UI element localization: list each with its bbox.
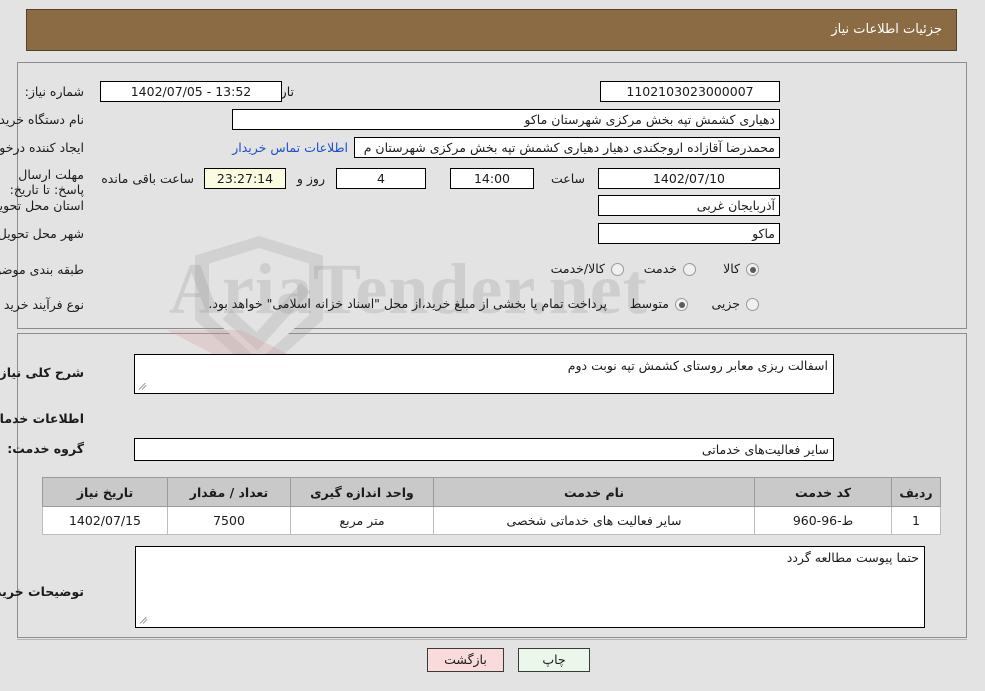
th-name: نام خدمت <box>434 477 756 507</box>
deadline-date-value: 1402/07/10 <box>599 168 781 189</box>
th-code: کد خدمت <box>755 477 893 507</box>
radio-category-kala-label: کالا <box>724 261 741 276</box>
creator-label: ایجاد کننده درخواست: <box>0 140 85 155</box>
radio-category-kala-khedmat[interactable] <box>612 263 625 276</box>
td-quantity: 7500 <box>168 506 292 535</box>
radio-purchase-motavaset-label: متوسط <box>630 296 670 311</box>
td-date: 1402/07/15 <box>43 506 169 535</box>
deadline-label: مهلت ارسال پاسخ: تا تاریخ: <box>10 167 85 197</box>
remaining-days-value: 4 <box>337 168 427 189</box>
page-header-bar: جزئیات اطلاعات نیاز <box>27 9 958 51</box>
general-desc-textarea[interactable]: اسفالت ریزی معابر روستای کشمش تپه نوبت د… <box>135 354 835 394</box>
page-title: جزئیات اطلاعات نیاز <box>832 22 943 37</box>
td-name: سایر فعالیت های خدماتی شخصی <box>434 506 756 535</box>
radio-category-khedmat[interactable] <box>684 263 697 276</box>
print-button[interactable]: چاپ <box>519 648 591 672</box>
buyer-notes-label: توضیحات خریدار: <box>0 584 85 599</box>
th-date: تاریخ نیاز <box>43 477 169 507</box>
footer-divider <box>18 639 968 640</box>
service-group-value: سایر فعالیت‌های خدماتی <box>135 438 835 461</box>
general-desc-label: شرح کلی نیاز: <box>0 365 85 380</box>
td-unit: متر مربع <box>291 506 435 535</box>
province-label: استان محل تحویل: <box>0 198 85 213</box>
need-number-value: 1102103023000007 <box>601 81 781 102</box>
radio-purchase-motavaset[interactable] <box>676 298 689 311</box>
buyer-contact-link[interactable]: اطلاعات تماس خریدار <box>233 140 349 155</box>
buyer-notes-value: حتما پیوست مطالعه گردد <box>787 550 920 565</box>
services-section-title: اطلاعات خدمات مورد نیاز <box>0 411 85 426</box>
need-number-label: شماره نیاز: <box>25 84 85 99</box>
services-table: ردیف کد خدمت نام خدمت واحد اندازه گیری ت… <box>43 477 942 535</box>
hour-label: ساعت <box>551 171 586 186</box>
purchase-type-label: نوع فرآیند خرید : <box>0 297 85 312</box>
creator-value: محمدرضا آقازاده اروجکندی دهیار دهیاری کش… <box>355 137 781 158</box>
back-button[interactable]: بازگشت <box>428 648 505 672</box>
treasury-note: پرداخت تمام یا بخشی از مبلغ خرید،از محل … <box>209 296 608 311</box>
need-summary-panel <box>18 62 968 329</box>
radio-category-kala[interactable] <box>747 263 760 276</box>
buyer-org-label: نام دستگاه خریدار: <box>0 112 85 127</box>
service-group-label: گروه خدمت: <box>8 441 85 456</box>
city-label: شهر محل تحویل: <box>0 226 85 241</box>
td-code: ط-96-960 <box>755 506 893 535</box>
general-desc-value: اسفالت ریزی معابر روستای کشمش تپه نوبت د… <box>568 358 829 373</box>
city-value: ماکو <box>599 223 781 244</box>
resize-handle-icon[interactable] <box>139 381 149 391</box>
radio-category-kala-khedmat-label: کالا/خدمت <box>551 261 606 276</box>
remaining-hours-label: ساعت باقی مانده <box>102 171 195 186</box>
public-announce-value: 13:52 - 1402/07/05 <box>101 81 283 102</box>
td-row: 1 <box>892 506 942 535</box>
radio-category-khedmat-label: خدمت <box>644 261 678 276</box>
category-label: طبقه بندی موضوعی: <box>0 262 85 277</box>
th-quantity: تعداد / مقدار <box>168 477 292 507</box>
radio-purchase-jozei-label: جزیی <box>712 296 741 311</box>
province-value: آذربایجان غربی <box>599 195 781 216</box>
radio-purchase-jozei[interactable] <box>747 298 760 311</box>
deadline-time-value: 14:00 <box>451 168 535 189</box>
buyer-notes-textarea[interactable]: حتما پیوست مطالعه گردد <box>136 546 926 628</box>
th-row: ردیف <box>892 477 942 507</box>
th-unit: واحد اندازه گیری <box>291 477 435 507</box>
resize-handle-icon[interactable] <box>140 615 150 625</box>
buyer-org-value: دهیاری کشمش تپه بخش مرکزی شهرستان ماکو <box>233 109 781 130</box>
table-row: 1 ط-96-960 سایر فعالیت های خدماتی شخصی م… <box>43 506 942 535</box>
days-label: روز و <box>297 171 326 186</box>
table-header-row: ردیف کد خدمت نام خدمت واحد اندازه گیری ت… <box>43 477 942 507</box>
countdown-timer-value: 23:27:14 <box>205 168 287 189</box>
